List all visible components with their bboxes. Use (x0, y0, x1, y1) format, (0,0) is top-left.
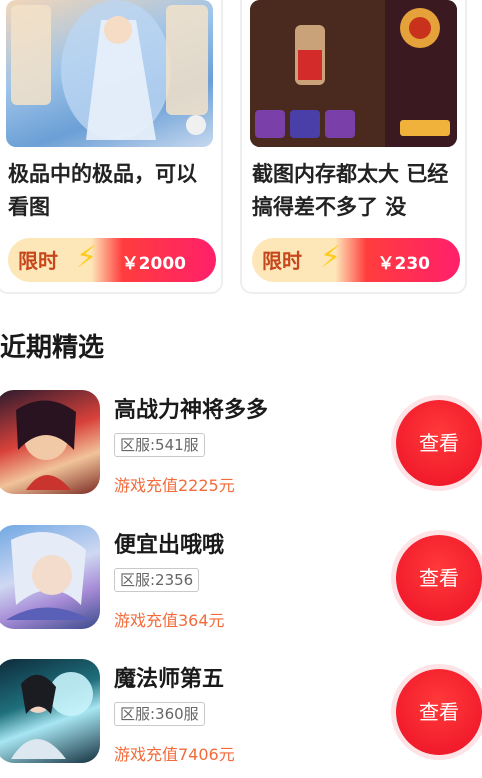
price-pill[interactable]: 限时 ⚡ ￥230 (252, 238, 460, 282)
list-item[interactable]: 便宜出哦哦 区服:2356 游戏充值364元 查看 (0, 525, 482, 635)
section-title: 近期精选 (0, 333, 105, 363)
product-card[interactable]: 极品中的极品，可以看图 限时 ⚡ ￥2000 (0, 0, 223, 294)
server-badge: 区服:2356 (114, 568, 200, 592)
server-badge: 区服:541服 (114, 433, 205, 457)
list-item[interactable]: 高战力神将多多 区服:541服 游戏充值2225元 查看 (0, 390, 482, 500)
recharge-text: 游戏充值364元 (114, 611, 225, 630)
view-button[interactable]: 查看 (396, 400, 482, 486)
fantasy-heroine-illustration (11, 0, 208, 140)
recharge-text: 游戏充值2225元 (114, 476, 235, 495)
card-title: 极品中的极品，可以看图 (8, 162, 197, 219)
limited-tag: 限时 (18, 249, 58, 273)
card-title: 截图内存都太大 已经搞得差不多了 没 (252, 162, 449, 219)
list-item[interactable]: 魔法师第五 区服:360服 游戏充值7406元 查看 (0, 659, 482, 769)
page: 极品中的极品，可以看图 限时 ⚡ ￥2000 截图内存都太大 已经搞得差不多了 … (0, 0, 482, 778)
item-name: 高战力神将多多 (114, 398, 269, 423)
limited-tag: 限时 (262, 249, 302, 273)
recharge-text: 游戏充值7406元 (114, 745, 235, 764)
item-name: 魔法师第五 (114, 667, 225, 692)
product-card[interactable]: 截图内存都太大 已经搞得差不多了 没 限时 ⚡ ￥230 (240, 0, 467, 294)
lightning-icon: ⚡ (320, 240, 342, 275)
price-pill[interactable]: 限时 ⚡ ￥2000 (8, 238, 216, 282)
card-screenshot (250, 0, 457, 147)
price-amount: ￥2000 (121, 254, 186, 274)
view-button[interactable]: 查看 (396, 669, 482, 755)
card-screenshot (6, 0, 213, 147)
server-badge: 区服:360服 (114, 702, 205, 726)
fairy-avatar-icon (0, 525, 100, 629)
item-name: 便宜出哦哦 (114, 533, 225, 558)
price-amount: ￥230 (377, 254, 431, 274)
lightning-icon: ⚡ (76, 240, 98, 275)
warrior-avatar-icon (0, 390, 100, 494)
mage-avatar-icon (0, 659, 100, 763)
view-button[interactable]: 查看 (396, 535, 482, 621)
fighter-game-illustration (250, 0, 457, 147)
